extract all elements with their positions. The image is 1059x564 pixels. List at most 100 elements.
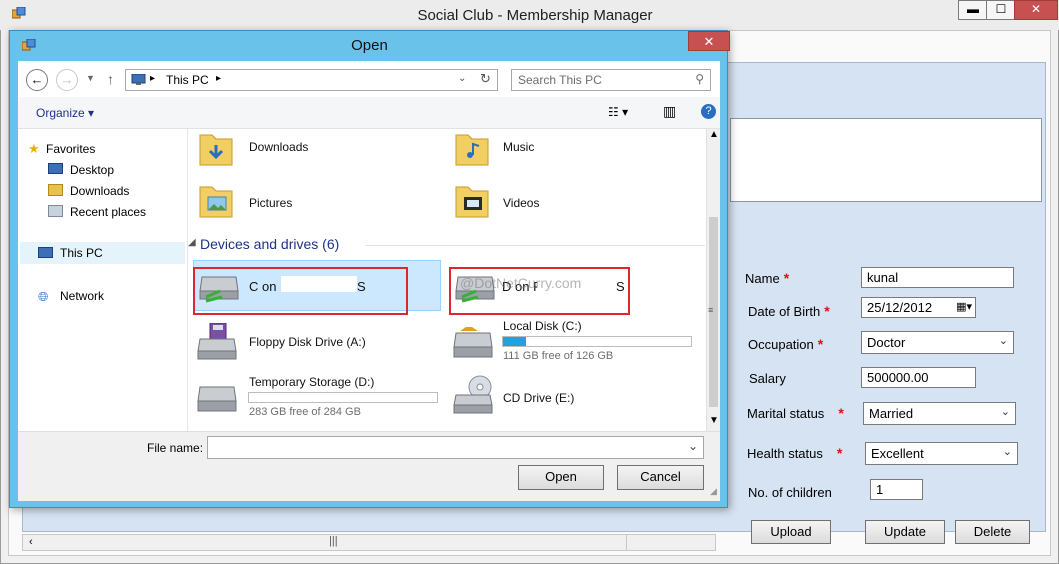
- calendar-icon[interactable]: ▦▾: [956, 300, 972, 313]
- hard-drive-icon[interactable]: [196, 381, 240, 415]
- devices-and-drives-heading[interactable]: Devices and drives (6): [200, 236, 339, 252]
- nav-this-pc[interactable]: This PC: [60, 246, 103, 260]
- forward-arrow-icon: →: [60, 72, 74, 87]
- content-vertical-scrollbar[interactable]: ▲ ≡ ▼: [706, 129, 720, 431]
- health-status-select[interactable]: Excellent ⌄: [865, 442, 1018, 465]
- computer-icon: [131, 74, 146, 85]
- folder-downloads[interactable]: Downloads: [249, 140, 308, 154]
- minimize-button[interactable]: ▬: [958, 0, 988, 20]
- command-bar: Organize ▾ ☷ ▾ ▥ ?: [18, 97, 720, 129]
- back-arrow-icon: ←: [30, 72, 44, 87]
- main-titlebar: Social Club - Membership Manager ▬ ☐ ✕: [0, 0, 1059, 30]
- main-horizontal-scrollbar[interactable]: ‹ ||| ›: [22, 534, 716, 551]
- update-button[interactable]: Update: [865, 520, 945, 544]
- search-icon[interactable]: ⚲: [695, 72, 704, 86]
- required-mark: *: [824, 303, 830, 319]
- forward-button[interactable]: →: [56, 69, 78, 91]
- salary-label: Salary: [749, 371, 786, 386]
- children-field[interactable]: 1: [870, 479, 923, 500]
- marital-status-select[interactable]: Married ⌄: [863, 402, 1016, 425]
- scroll-left-icon[interactable]: ‹: [29, 536, 33, 548]
- required-mark: *: [817, 336, 824, 352]
- drive-local-c[interactable]: Local Disk (C:): [503, 319, 582, 333]
- organize-menu[interactable]: Organize ▾: [36, 106, 94, 120]
- local-c-capacity-fill: [503, 337, 526, 346]
- main-scroll-corner: [626, 534, 716, 551]
- downloads-folder-icon[interactable]: [198, 129, 234, 167]
- music-folder-icon[interactable]: [454, 129, 490, 167]
- breadcrumb-separator-icon: ▸: [216, 73, 222, 84]
- dialog-title: Open: [351, 37, 388, 54]
- collapse-group-icon[interactable]: ◢: [188, 237, 196, 248]
- desktop-icon: [48, 163, 63, 174]
- nav-favorites[interactable]: Favorites: [46, 142, 95, 156]
- nav-this-pc-selected[interactable]: This PC: [20, 242, 185, 264]
- recent-locations-dropdown[interactable]: ▼: [86, 73, 95, 83]
- scroll-grip-icon: ≡: [708, 305, 714, 315]
- chevron-down-icon[interactable]: ⌄: [688, 439, 698, 453]
- temp-d-free-space: 283 GB free of 284 GB: [249, 406, 361, 418]
- scroll-grip-icon[interactable]: |||: [329, 535, 338, 547]
- search-input[interactable]: Search This PC ⚲: [511, 69, 711, 91]
- up-arrow-icon: ↑: [107, 71, 114, 87]
- floppy-drive-icon[interactable]: [196, 323, 240, 361]
- folder-music[interactable]: Music: [503, 140, 534, 154]
- help-icon[interactable]: ?: [701, 104, 716, 119]
- local-c-free-space: 111 GB free of 126 GB: [503, 350, 614, 362]
- back-button[interactable]: ←: [26, 69, 48, 91]
- salary-field[interactable]: 500000.00: [861, 367, 976, 388]
- cd-drive-icon[interactable]: [452, 375, 496, 415]
- app-icon: [12, 7, 26, 19]
- preview-pane-icon[interactable]: ▥: [663, 103, 676, 120]
- scroll-up-icon[interactable]: ▲: [709, 129, 719, 140]
- folder-videos[interactable]: Videos: [503, 196, 539, 210]
- file-name-label: File name:: [147, 441, 204, 455]
- downloads-folder-icon: [48, 184, 63, 196]
- up-button[interactable]: ↑: [107, 71, 114, 87]
- name-field[interactable]: kunal: [861, 267, 1014, 288]
- open-file-dialog: Open ✕ ← → ▼ ↑ ▸ This PC ▸ ⌄ ↻ Search Th…: [9, 30, 730, 508]
- file-name-input[interactable]: ⌄: [207, 436, 704, 459]
- cancel-button[interactable]: Cancel: [617, 465, 704, 490]
- watermark-text: @DotNetCurry.com: [460, 275, 582, 291]
- open-button[interactable]: Open: [518, 465, 604, 490]
- hard-drive-icon[interactable]: [452, 327, 496, 361]
- drive-cd-e[interactable]: CD Drive (E:): [503, 391, 574, 405]
- temp-d-capacity-bar: [248, 392, 438, 403]
- occupation-label: Occupation *: [748, 336, 824, 352]
- folder-pictures[interactable]: Pictures: [249, 196, 292, 210]
- nav-recent-places[interactable]: Recent places: [70, 205, 146, 219]
- occupation-select[interactable]: Doctor ⌄: [861, 331, 1014, 354]
- videos-folder-icon[interactable]: [454, 181, 490, 219]
- nav-downloads[interactable]: Downloads: [70, 184, 129, 198]
- address-dropdown-icon[interactable]: ⌄: [458, 73, 466, 84]
- group-divider: [365, 245, 705, 246]
- required-mark: *: [836, 445, 843, 461]
- name-label: Name *: [745, 270, 790, 286]
- marital-status-label: Marital status *: [747, 405, 844, 421]
- scroll-down-icon[interactable]: ▼: [709, 415, 719, 426]
- resize-grip-icon[interactable]: ◢: [710, 486, 717, 497]
- dialog-close-button[interactable]: ✕: [688, 31, 730, 51]
- refresh-icon[interactable]: ↻: [480, 71, 491, 87]
- view-options-icon[interactable]: ☷ ▾: [608, 105, 628, 119]
- address-bar[interactable]: ▸ This PC ▸ ⌄ ↻: [125, 69, 498, 91]
- nav-network[interactable]: Network: [60, 289, 104, 303]
- breadcrumb-separator-icon: ▸: [150, 73, 156, 84]
- chevron-down-icon: ⌄: [998, 335, 1008, 347]
- pictures-folder-icon[interactable]: [198, 181, 234, 219]
- network-icon: 🌐︎: [38, 289, 49, 304]
- drive-temp-d[interactable]: Temporary Storage (D:): [249, 375, 374, 389]
- nav-desktop[interactable]: Desktop: [70, 163, 114, 177]
- required-mark: *: [838, 405, 844, 421]
- breadcrumb-this-pc[interactable]: This PC: [166, 73, 209, 87]
- chevron-down-icon: ⌄: [1002, 446, 1012, 458]
- dob-date-picker[interactable]: 25/12/2012 ▦▾: [861, 297, 976, 318]
- main-close-button[interactable]: ✕: [1014, 0, 1058, 20]
- maximize-button[interactable]: ☐: [986, 0, 1016, 20]
- drive-floppy[interactable]: Floppy Disk Drive (A:): [249, 335, 366, 349]
- star-icon: ★: [28, 141, 40, 156]
- upload-button[interactable]: Upload: [751, 520, 831, 544]
- main-window-title: Social Club - Membership Manager: [417, 7, 653, 24]
- delete-button[interactable]: Delete: [955, 520, 1030, 544]
